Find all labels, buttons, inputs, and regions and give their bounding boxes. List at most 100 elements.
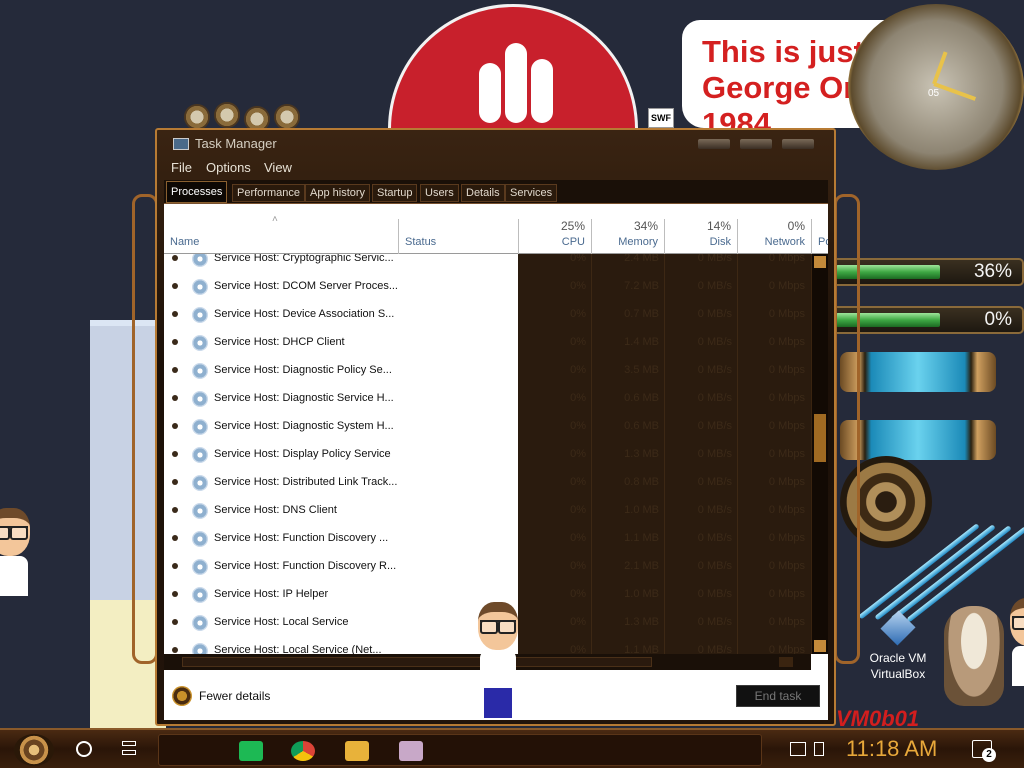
service-gear-icon xyxy=(192,447,208,463)
task-view-icon[interactable] xyxy=(120,740,138,758)
scroll-down-button[interactable] xyxy=(814,640,826,652)
close-button[interactable] xyxy=(782,139,814,149)
process-row[interactable]: Service Host: DCOM Server Proces... 0% 7.2… xyxy=(164,274,811,302)
network-tray-icon[interactable] xyxy=(790,742,806,756)
expand-arrow-icon[interactable] xyxy=(172,423,178,429)
process-disk: 0 MB/s xyxy=(697,588,732,600)
process-cpu: 0% xyxy=(570,364,586,376)
process-row[interactable]: Service Host: Distributed Link Track... 0… xyxy=(164,470,811,498)
process-network: 0 Mbps xyxy=(768,448,805,460)
tab-details[interactable]: Details xyxy=(461,184,505,202)
scroll-right-button[interactable] xyxy=(779,657,793,667)
swf-file-icon[interactable]: SWF xyxy=(648,108,674,128)
column-name[interactable]: Name xyxy=(164,219,398,254)
vertical-scrollbar[interactable] xyxy=(811,254,828,654)
menu-bar: File Options View xyxy=(164,159,828,179)
process-network: 0 Mbps xyxy=(768,280,805,292)
process-disk: 0 MB/s xyxy=(697,254,732,264)
expand-arrow-icon[interactable] xyxy=(172,535,178,541)
service-gear-icon xyxy=(192,475,208,491)
process-memory: 0.6 MB xyxy=(624,392,659,404)
process-disk: 0 MB/s xyxy=(697,644,732,654)
maximize-button[interactable] xyxy=(740,139,772,149)
fewer-details-link[interactable]: Fewer details xyxy=(199,689,270,703)
expand-arrow-icon[interactable] xyxy=(172,451,178,457)
process-memory: 1.0 MB xyxy=(624,504,659,516)
process-network: 0 Mbps xyxy=(768,616,805,628)
sticky-notes-app-icon[interactable] xyxy=(239,741,263,761)
menu-options[interactable]: Options xyxy=(206,160,251,175)
file-explorer-app-icon[interactable] xyxy=(345,741,369,761)
window-titlebar[interactable]: Task Manager xyxy=(157,130,834,158)
expand-arrow-icon[interactable] xyxy=(172,311,178,317)
tab-app-history[interactable]: App history xyxy=(305,184,371,202)
process-memory: 1.4 MB xyxy=(624,336,659,348)
end-task-button[interactable]: End task xyxy=(736,685,820,707)
expand-arrow-icon[interactable] xyxy=(172,563,178,569)
taskbar-clock[interactable]: 11:18 AM xyxy=(846,736,937,762)
column-disk[interactable]: 14% Disk xyxy=(664,219,737,254)
tab-services[interactable]: Services xyxy=(505,184,558,202)
scroll-thumb[interactable] xyxy=(814,414,826,462)
process-cpu: 0% xyxy=(570,392,586,404)
process-list-panel: ˄ Name Status 25% CPU 34% Memory 14% Dis… xyxy=(164,204,828,670)
expand-arrow-icon[interactable] xyxy=(172,647,178,653)
process-cpu: 0% xyxy=(570,308,586,320)
process-row[interactable]: Service Host: Device Association S... 0% 0… xyxy=(164,302,811,330)
expand-arrow-icon[interactable] xyxy=(172,479,178,485)
expand-arrow-icon[interactable] xyxy=(172,255,178,261)
expand-arrow-icon[interactable] xyxy=(172,283,178,289)
cartoon-person-center xyxy=(468,602,528,722)
expand-arrow-icon[interactable] xyxy=(172,367,178,373)
process-row[interactable]: Service Host: DNS Client 0% 1.0 MB 0 MB/s 0 … xyxy=(164,498,811,526)
process-network: 0 Mbps xyxy=(768,504,805,516)
process-disk: 0 MB/s xyxy=(697,504,732,516)
tab-startup[interactable]: Startup xyxy=(372,184,418,202)
tab-performance[interactable]: Performance xyxy=(232,184,305,202)
blue-tube-meter-2 xyxy=(840,420,996,460)
tab-users[interactable]: Users xyxy=(420,184,459,202)
process-row[interactable]: Service Host: DHCP Client 0% 1.4 MB 0 MB/s 0… xyxy=(164,330,811,358)
process-row[interactable]: Service Host: Function Discovery R... 0% 2… xyxy=(164,554,811,582)
fewer-details-icon[interactable] xyxy=(172,686,192,706)
scroll-up-button[interactable] xyxy=(814,256,826,268)
expand-arrow-icon[interactable] xyxy=(172,591,178,597)
process-row[interactable]: Service Host: Display Policy Service 0% 1.… xyxy=(164,442,811,470)
process-cpu: 0% xyxy=(570,280,586,292)
process-row[interactable]: Service Host: Diagnostic Service H... 0% 0… xyxy=(164,386,811,414)
column-network-label: Network xyxy=(764,236,805,248)
column-status[interactable]: Status xyxy=(398,219,518,254)
column-memory[interactable]: 34% Memory xyxy=(591,219,664,254)
process-name: Service Host: Local Service (Net... xyxy=(214,644,382,654)
column-power[interactable]: Po xyxy=(811,219,828,254)
process-cpu: 0% xyxy=(570,588,586,600)
column-network[interactable]: 0% Network xyxy=(737,219,811,254)
menu-file[interactable]: File xyxy=(171,160,192,175)
chrome-app-icon[interactable] xyxy=(291,741,315,761)
expand-arrow-icon[interactable] xyxy=(172,339,178,345)
tab-processes[interactable]: Processes xyxy=(166,181,228,203)
cartoon-person-right xyxy=(1000,598,1024,718)
volume-tray-icon[interactable] xyxy=(814,742,824,756)
process-row[interactable]: Service Host: Function Discovery ... 0% 1.… xyxy=(164,526,811,554)
tab-bar: Processes Performance App history Startu… xyxy=(164,180,828,204)
service-gear-icon xyxy=(192,503,208,519)
process-row[interactable]: Service Host: Diagnostic System H... 0% 0.… xyxy=(164,414,811,442)
minimize-button[interactable] xyxy=(698,139,730,149)
process-network: 0 Mbps xyxy=(768,308,805,320)
process-row[interactable]: Service Host: Diagnostic Policy Se... 0% 3… xyxy=(164,358,811,386)
cortana-search-icon[interactable] xyxy=(76,741,92,757)
expand-arrow-icon[interactable] xyxy=(172,395,178,401)
expand-arrow-icon[interactable] xyxy=(172,507,178,513)
column-cpu[interactable]: 25% CPU xyxy=(518,219,591,254)
expand-arrow-icon[interactable] xyxy=(172,619,178,625)
horizontal-scroll-thumb[interactable] xyxy=(182,657,652,667)
process-disk: 0 MB/s xyxy=(697,560,732,572)
task-manager-app-icon[interactable] xyxy=(399,741,423,761)
menu-view[interactable]: View xyxy=(264,160,292,175)
virtualbox-desktop-icon[interactable]: Oracle VM VirtualBox xyxy=(858,608,938,682)
process-disk: 0 MB/s xyxy=(697,616,732,628)
process-name: Service Host: Diagnostic Service H... xyxy=(214,392,394,404)
process-row[interactable]: Service Host: Cryptographic Servic... 0% 2… xyxy=(164,254,811,274)
start-button[interactable] xyxy=(14,734,54,766)
